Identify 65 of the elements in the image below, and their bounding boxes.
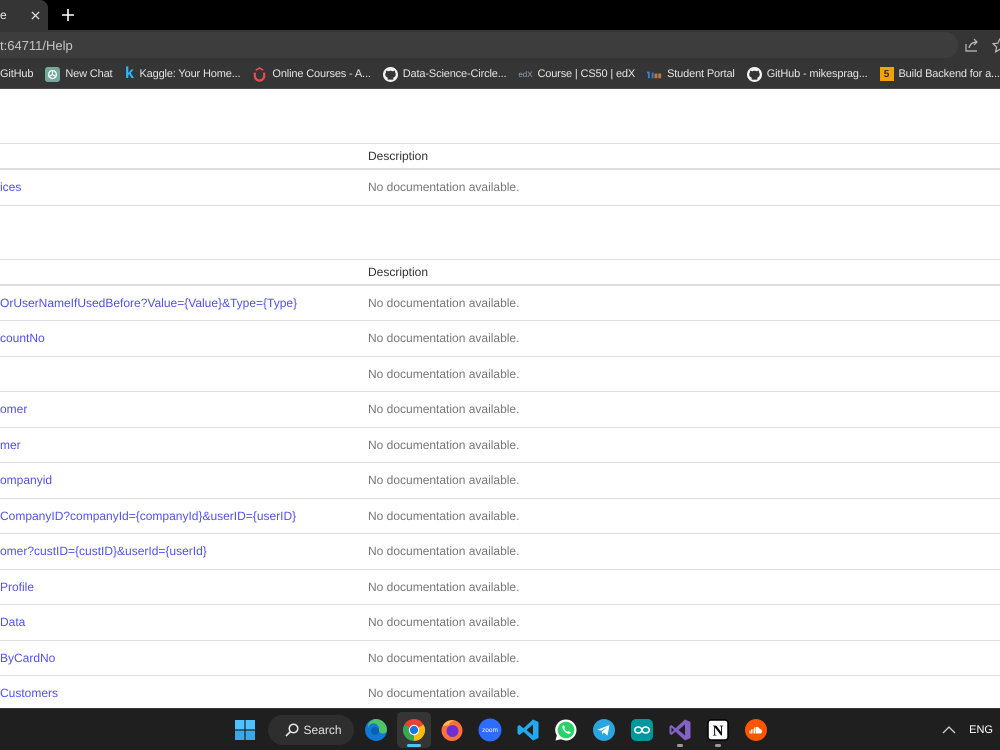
api-link[interactable]: omer?custID={custID}&userId={userId} [0, 544, 207, 558]
new-tab-icon[interactable] [62, 9, 74, 21]
letter-logo: k [124, 66, 134, 82]
api-link[interactable]: ByCardNo [0, 650, 56, 665]
taskbar-button[interactable]: N [700, 712, 734, 748]
curve-logo-icon [252, 66, 268, 82]
description-text: No documentation available. [368, 180, 520, 194]
description-text: No documentation available. [368, 508, 520, 523]
bookmark-link[interactable]: New Chat [45, 66, 112, 82]
api-link[interactable]: ompanyid [0, 473, 52, 488]
browser-tab[interactable]: e [0, 0, 48, 30]
description-text: No documentation available. [368, 296, 520, 310]
language-indicator[interactable]: ENG [969, 724, 993, 736]
ribbon-logo-icon [668, 718, 692, 742]
infinity-tile-icon [630, 718, 654, 742]
paper-plane-icon [592, 718, 616, 742]
number-badge: 5 [880, 67, 894, 81]
description-text: No documentation available. [368, 402, 520, 416]
bookmark-link[interactable]: Online Courses - A... [252, 66, 371, 82]
share-icon[interactable] [964, 37, 980, 53]
tricolor-circle-icon [402, 718, 426, 742]
api-link[interactable]: mer [0, 438, 21, 452]
api-link[interactable]: Profile [0, 580, 34, 594]
bookmark-link[interactable]: Data-Science-Circle... [382, 66, 506, 82]
description-text: No documentation available. [368, 366, 520, 381]
bookmark-link[interactable]: GitHub - mikesprag... [746, 66, 868, 82]
four-squares-icon [234, 720, 254, 740]
chat-bubble-icon [554, 718, 578, 742]
swirl-logo-icon [364, 718, 388, 742]
bookmark-link[interactable]: edX Course | CS50 | edX [518, 66, 636, 82]
knot-logo-icon [45, 66, 60, 82]
cat-silhouette-icon [382, 66, 398, 82]
description-text: No documentation available. [368, 438, 520, 452]
api-link[interactable]: CompanyID?companyId={companyId}&userID={userID} [0, 508, 296, 523]
letter-tile-logo: N [706, 718, 730, 742]
api-link[interactable]: countNo [0, 331, 45, 346]
cat-silhouette-icon [746, 66, 762, 82]
cloud-logo-icon [744, 718, 768, 742]
api-link[interactable]: omer [0, 402, 28, 416]
description-text: No documentation available. [368, 686, 520, 700]
globe-logo-icon [440, 718, 464, 742]
description-text: No documentation available. [368, 650, 520, 665]
api-link[interactable]: ices [0, 180, 22, 194]
description-text: No documentation available. [368, 615, 520, 630]
api-link[interactable]: OrUserNameIfUsedBefore?Value={Value}&Type={Type} [0, 296, 298, 310]
bracket-ribbon-icon [516, 718, 540, 742]
description-text: No documentation available. [368, 580, 520, 594]
bookmark-link[interactable]: 5 Build Backend for a... [880, 67, 1000, 81]
taskbar-button[interactable] [396, 712, 430, 748]
close-icon[interactable] [31, 10, 40, 20]
description-text: No documentation available. [368, 544, 520, 558]
api-link[interactable]: Customers [0, 686, 58, 700]
bookmark-link[interactable]: Student Portal [647, 66, 735, 82]
description-text: No documentation available. [368, 331, 520, 346]
chevron-up-icon[interactable] [942, 726, 956, 734]
search-button[interactable]: Search [268, 714, 354, 744]
column-header: Description [368, 149, 428, 163]
search-icon [284, 722, 298, 736]
text-logo: edX [518, 68, 532, 80]
bookmark-link[interactable]: k Kaggle: Your Home... [124, 66, 240, 82]
description-text: No documentation available. [368, 473, 520, 488]
bookmark-link[interactable]: GitHub [0, 68, 34, 80]
api-link[interactable]: Data [0, 615, 26, 630]
column-header: Description [368, 264, 428, 278]
address-field[interactable]: t:64711/Help [0, 32, 958, 58]
